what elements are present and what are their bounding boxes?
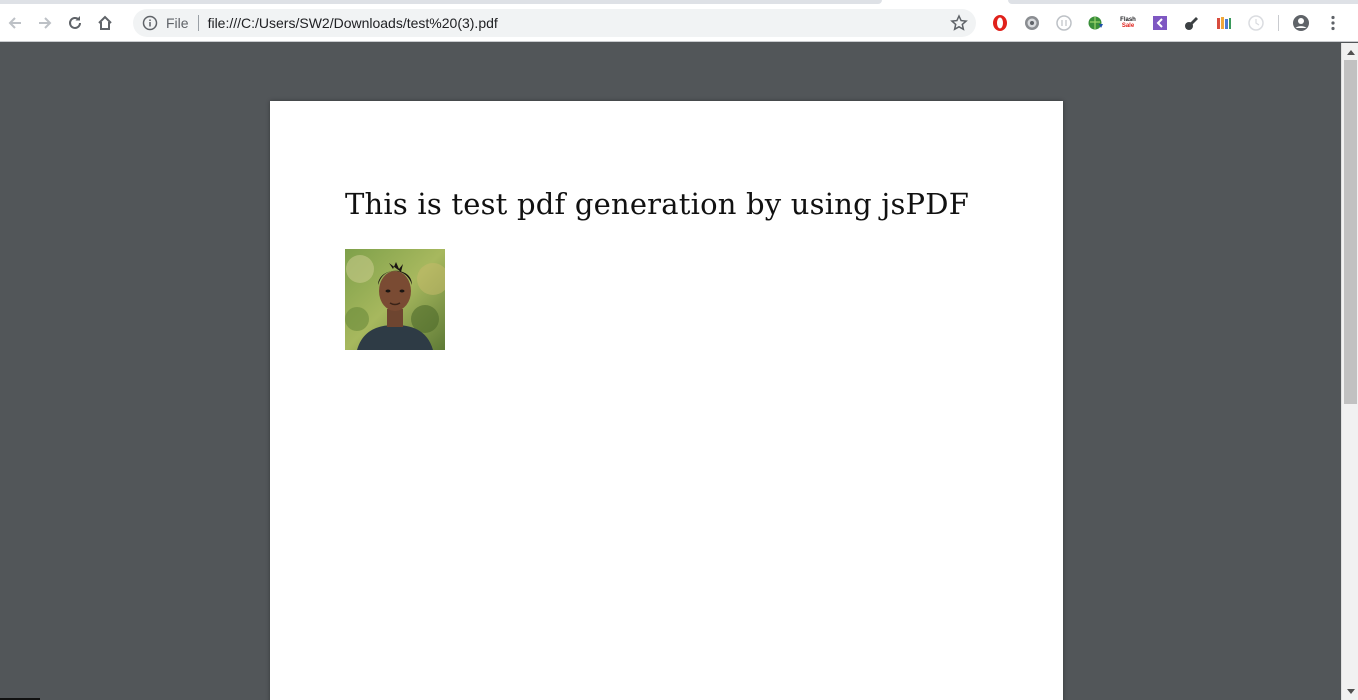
forward-button[interactable] [31,9,59,37]
sale-label: Sale [1121,23,1135,29]
scheme-label: File [166,15,189,31]
clock-extension[interactable] [1246,13,1266,33]
vertical-scrollbar[interactable] [1341,43,1358,700]
bookmark-star-icon[interactable] [950,14,968,32]
circle-extension[interactable] [1054,13,1074,33]
extensions-bar: Flash Sale [990,13,1355,33]
kotlin-extension[interactable] [1150,13,1170,33]
books-icon [1217,17,1231,29]
portrait-photo [345,249,445,350]
back-button[interactable] [1,9,29,37]
reload-icon [69,15,81,29]
clock-extension-icon [1248,15,1264,31]
scroll-up-button[interactable] [1342,43,1358,60]
omnibox-divider [197,15,199,31]
triangle-up-icon [1346,49,1355,55]
gear-extension[interactable] [1022,13,1042,33]
pen-icon [1185,17,1198,30]
toolbar-divider [1278,15,1279,31]
books-extension[interactable] [1214,13,1234,33]
info-icon[interactable] [142,15,158,31]
scroll-thumb[interactable] [1344,60,1357,404]
opera-icon [993,15,1007,31]
triangle-down-icon [1346,688,1355,694]
opera-extension[interactable] [990,13,1010,33]
arrow-forward-icon [39,16,52,29]
download-extension[interactable] [1086,13,1106,33]
flash-sale-extension[interactable]: Flash Sale [1118,13,1138,33]
pdf-page: This is test pdf generation by using jsP… [270,101,1063,700]
profile-button[interactable] [1291,13,1311,33]
flash-sale-icon: Flash Sale [1120,17,1136,29]
more-vert-icon [1331,15,1335,31]
address-bar[interactable]: File file:///C:/Users/SW2/Downloads/test… [133,9,976,37]
home-button[interactable] [91,9,119,37]
browser-toolbar: File file:///C:/Users/SW2/Downloads/test… [0,4,1358,42]
pen-extension[interactable] [1182,13,1202,33]
url-text[interactable]: file:///C:/Users/SW2/Downloads/test%20(3… [208,15,498,31]
home-icon [98,15,112,30]
pdf-title: This is test pdf generation by using jsP… [345,187,970,221]
menu-button[interactable] [1323,13,1343,33]
reload-button[interactable] [61,9,89,37]
gear-extension-icon [1025,16,1039,30]
pdf-viewer[interactable]: This is test pdf generation by using jsP… [0,43,1341,700]
account-icon [1293,15,1309,31]
globe-download-icon [1088,16,1103,30]
arrow-back-icon [8,16,21,29]
kotlin-icon [1153,16,1167,30]
scroll-down-button[interactable] [1342,683,1358,700]
circle-extension-icon [1056,15,1072,31]
